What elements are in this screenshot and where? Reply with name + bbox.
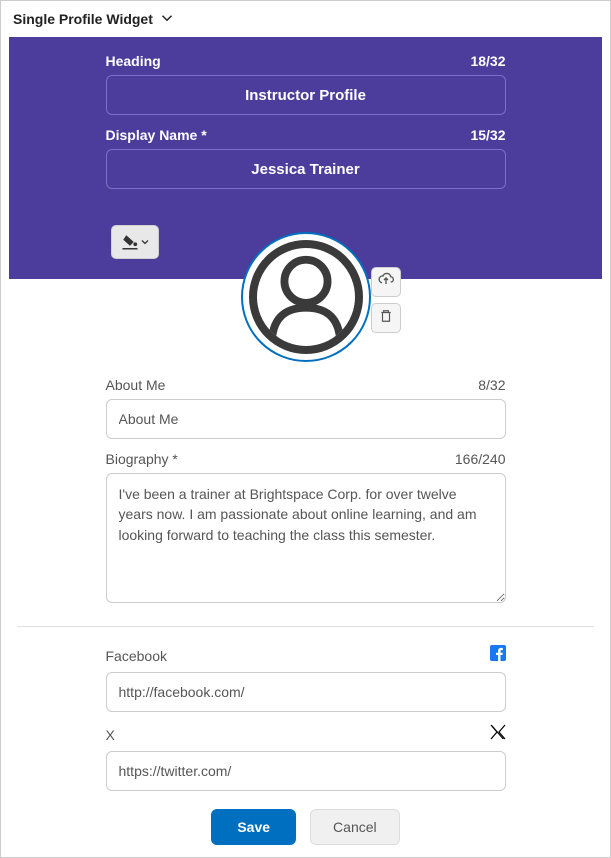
biography-counter: 166/240 — [455, 451, 506, 467]
cancel-button[interactable]: Cancel — [310, 809, 400, 845]
button-row: Save Cancel — [17, 809, 594, 845]
display-name-counter: 15/32 — [470, 127, 505, 143]
upload-image-button[interactable] — [371, 267, 401, 297]
background-color-button[interactable] — [111, 225, 159, 259]
x-input[interactable] — [106, 751, 506, 791]
save-button[interactable]: Save — [211, 809, 296, 845]
avatar-section — [9, 297, 602, 367]
facebook-icon — [490, 645, 506, 666]
x-icon — [490, 724, 506, 745]
facebook-label: Facebook — [106, 648, 167, 664]
chevron-down-icon[interactable] — [161, 11, 173, 27]
about-me-counter: 8/32 — [478, 377, 505, 393]
biography-label: Biography * — [106, 451, 178, 467]
widget-container: Single Profile Widget Heading 18/32 Disp… — [0, 0, 611, 858]
biography-field: Biography * 166/240 — [106, 451, 506, 608]
display-name-field: Display Name * 15/32 — [106, 127, 506, 189]
avatar-image[interactable] — [241, 232, 371, 362]
biography-textarea[interactable] — [106, 473, 506, 603]
heading-label: Heading — [106, 53, 161, 69]
trash-icon — [379, 309, 393, 328]
about-me-label: About Me — [106, 377, 166, 393]
about-me-input[interactable] — [106, 399, 506, 439]
widget-title: Single Profile Widget — [13, 11, 153, 27]
heading-field: Heading 18/32 — [106, 53, 506, 115]
x-field: X — [106, 724, 506, 791]
about-me-field: About Me 8/32 — [106, 377, 506, 439]
facebook-input[interactable] — [106, 672, 506, 712]
x-label: X — [106, 727, 115, 743]
delete-image-button[interactable] — [371, 303, 401, 333]
widget-header: Single Profile Widget — [1, 1, 610, 37]
divider — [17, 626, 594, 627]
facebook-field: Facebook — [106, 645, 506, 712]
heading-input[interactable] — [106, 75, 506, 115]
heading-counter: 18/32 — [470, 53, 505, 69]
display-name-input[interactable] — [106, 149, 506, 189]
display-name-label: Display Name * — [106, 127, 207, 143]
cloud-upload-icon — [378, 272, 394, 293]
